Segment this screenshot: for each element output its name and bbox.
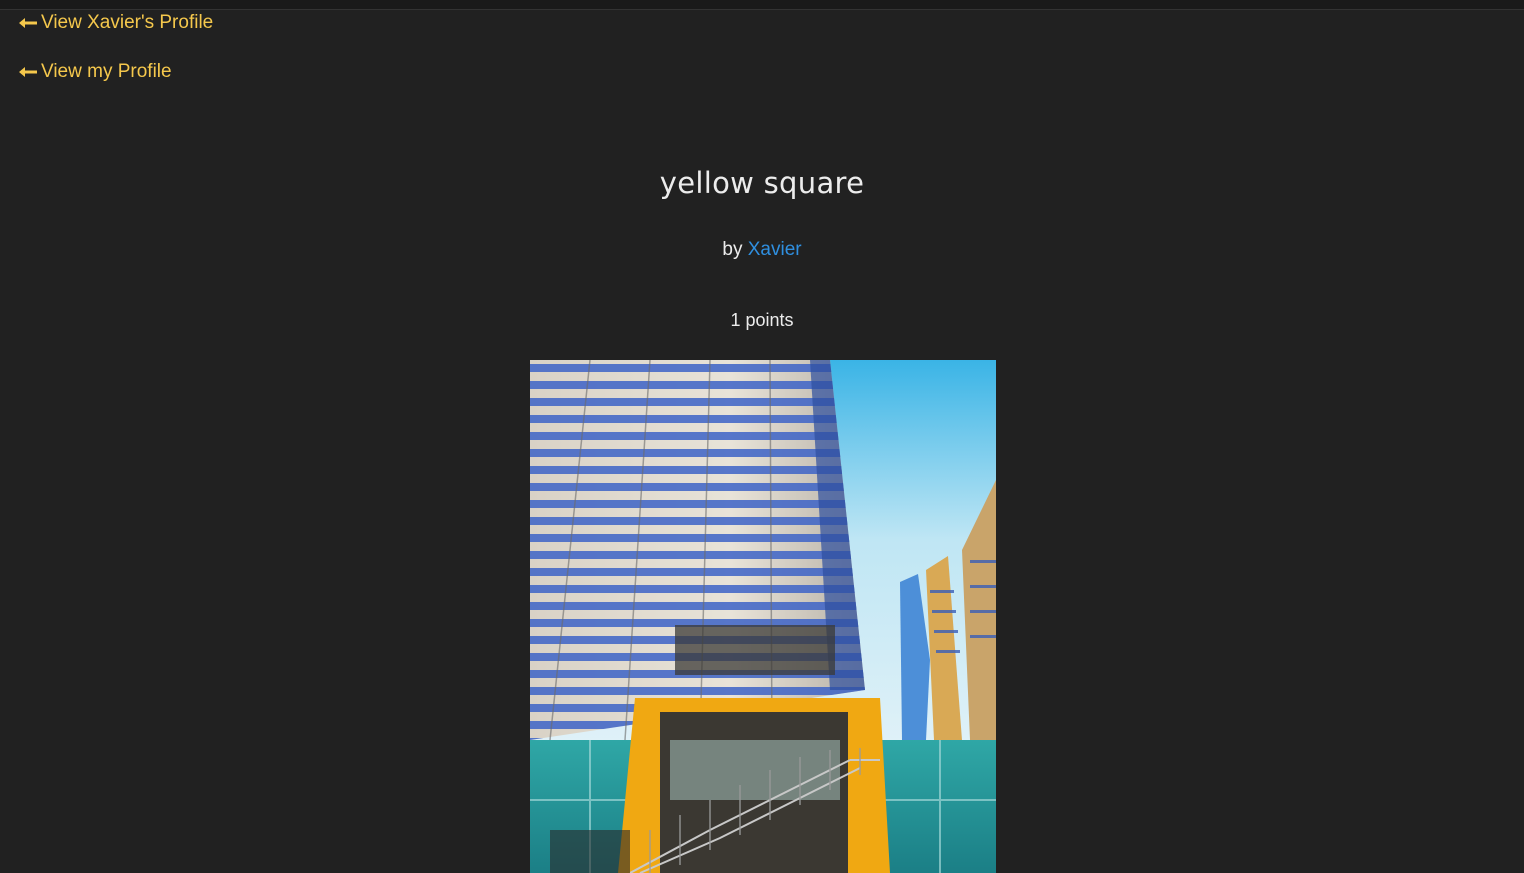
arrow-left-icon xyxy=(19,67,37,77)
building-photo xyxy=(530,360,996,873)
view-author-profile-link[interactable]: View Xavier's Profile xyxy=(19,11,213,35)
byline-prefix: by xyxy=(722,239,743,260)
post-image xyxy=(530,360,996,873)
view-my-profile-label: View my Profile xyxy=(41,61,172,82)
view-author-profile-label: View Xavier's Profile xyxy=(41,12,214,33)
view-my-profile-link[interactable]: View my Profile xyxy=(19,60,172,84)
post-points: 1 points xyxy=(730,310,794,330)
top-bar xyxy=(0,0,1524,10)
post-byline: by Xavier xyxy=(0,239,1524,261)
arrow-left-icon xyxy=(19,18,37,28)
post-title: yellow square xyxy=(659,166,865,200)
author-link[interactable]: Xavier xyxy=(748,239,802,260)
